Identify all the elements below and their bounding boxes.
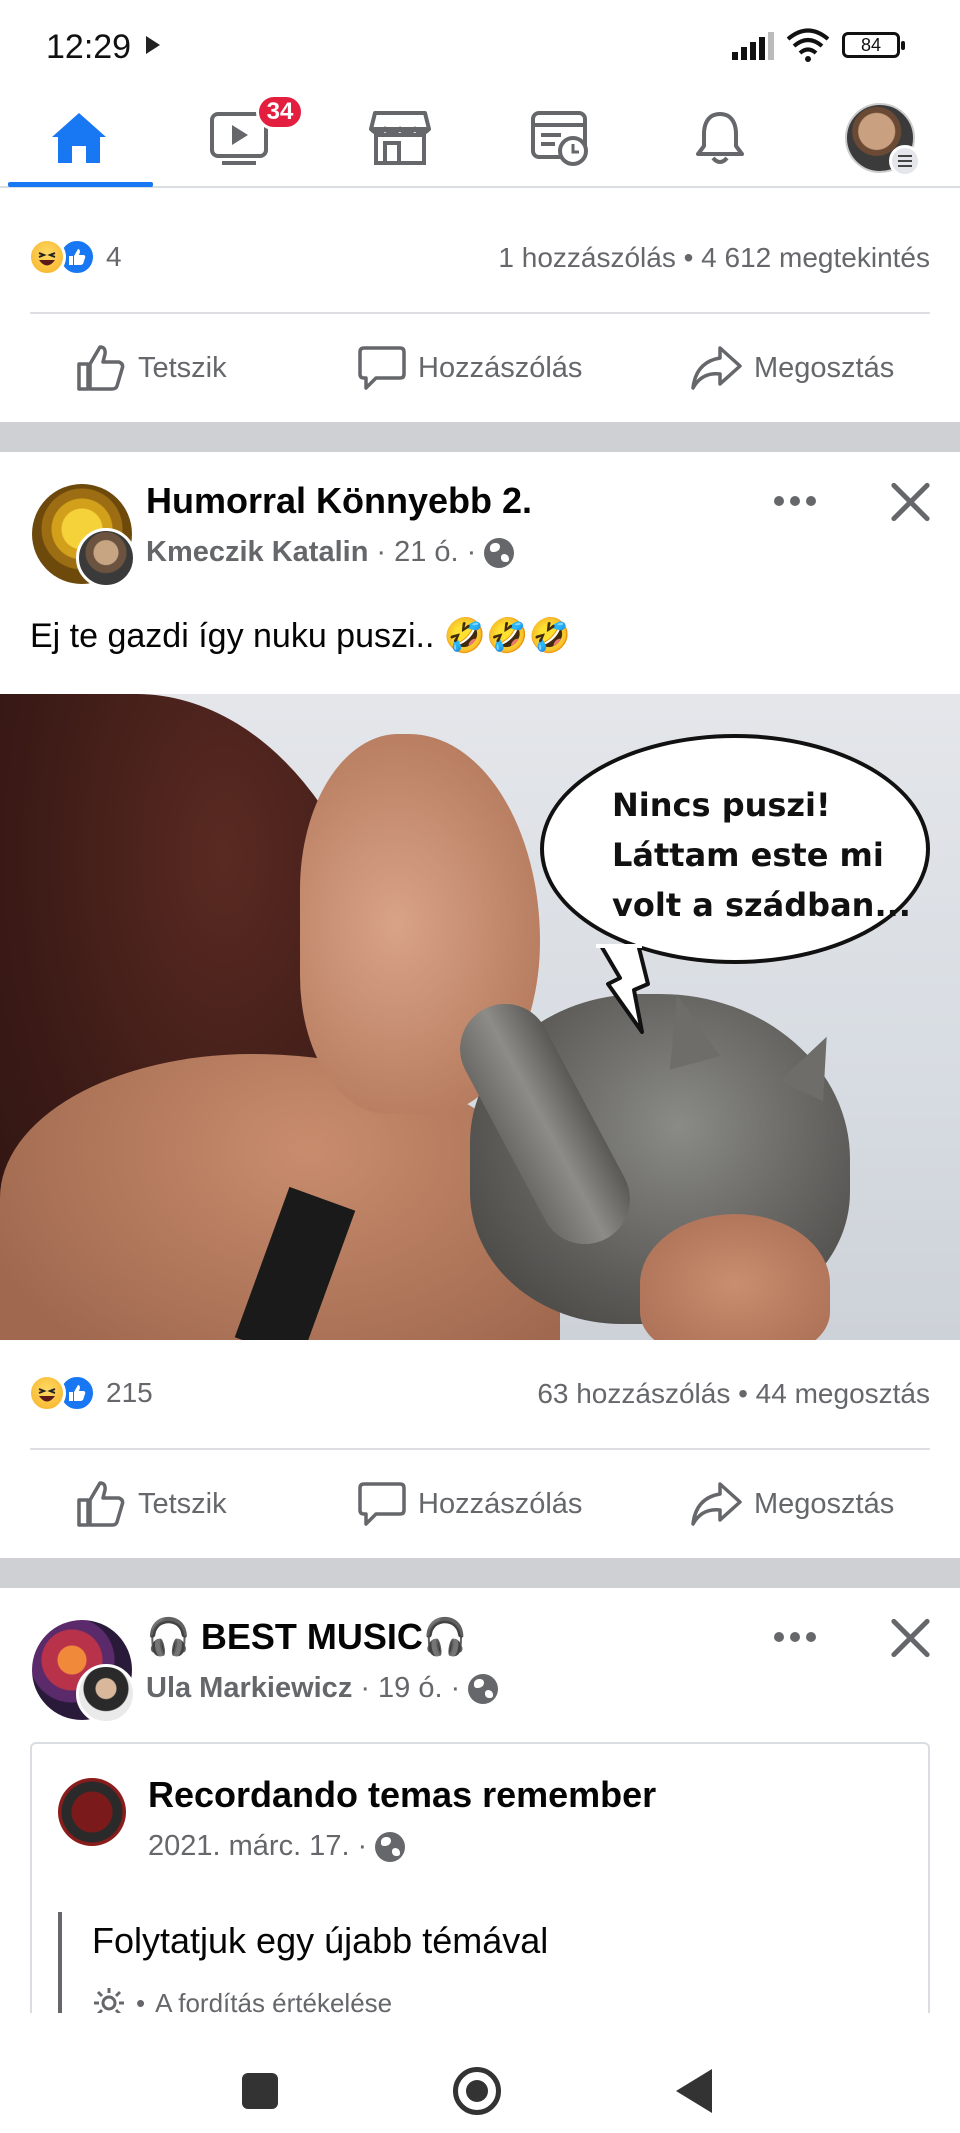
quote-bar bbox=[58, 1912, 62, 2022]
shared-page-avatar[interactable] bbox=[58, 1778, 126, 1846]
share-arrow-icon bbox=[691, 346, 742, 390]
post1-stats[interactable]: 63 hozzászólás • 44 megosztás bbox=[537, 1378, 930, 1410]
speech-bubble-tail bbox=[596, 944, 650, 1034]
comment-button[interactable]: Hozzászólás bbox=[358, 1480, 582, 1528]
speech-bubble-text: Nincs puszi! Láttam este mi volt a szádb… bbox=[612, 786, 911, 924]
divider bbox=[30, 1448, 930, 1450]
like-button[interactable]: Tetszik bbox=[76, 344, 227, 392]
haha-reaction-icon bbox=[28, 238, 66, 276]
watch-badge: 34 bbox=[256, 94, 304, 130]
group-avatar[interactable] bbox=[32, 1620, 136, 1724]
shared-post-text: Folytatjuk egy újabb témával bbox=[92, 1920, 549, 1961]
profile-avatar bbox=[845, 103, 921, 177]
status-time: 12:29 bbox=[46, 28, 132, 66]
group-name[interactable]: Humorral Könnyebb 2. bbox=[146, 480, 532, 522]
author-avatar bbox=[76, 1664, 136, 1724]
share-label: Megosztás bbox=[754, 1487, 895, 1520]
post-text: Ej te gazdi így nuku puszi.. 🤣🤣🤣 bbox=[30, 617, 571, 655]
top-nav: 34 bbox=[0, 90, 960, 188]
tab-home[interactable] bbox=[4, 90, 154, 186]
like-label: Tetszik bbox=[138, 351, 227, 384]
share-button[interactable]: Megosztás bbox=[690, 344, 894, 392]
hide-post-button[interactable] bbox=[888, 480, 932, 524]
more-options-button[interactable] bbox=[774, 1632, 816, 1642]
status-bar: 12:29 84 bbox=[0, 0, 960, 90]
reaction-count: 215 bbox=[106, 1377, 153, 1408]
share-button[interactable]: Megosztás bbox=[690, 1480, 894, 1528]
comment-label: Hozzászólás bbox=[418, 1487, 583, 1520]
comment-button[interactable]: Hozzászólás bbox=[358, 344, 582, 392]
author-name[interactable]: Ula Markiewicz bbox=[146, 1672, 352, 1705]
author-avatar bbox=[76, 528, 136, 588]
battery-icon: 84 bbox=[842, 32, 905, 58]
bell-icon bbox=[696, 112, 744, 164]
news-clock-icon bbox=[531, 111, 588, 166]
prev-post-reactions[interactable]: 4 bbox=[28, 238, 122, 276]
share-arrow-icon bbox=[691, 1482, 742, 1526]
comment-bubble-icon bbox=[358, 1482, 406, 1526]
active-tab-indicator bbox=[8, 182, 153, 187]
thumbs-up-icon bbox=[77, 1481, 125, 1527]
post-image[interactable]: Nincs puszi! Láttam este mi volt a szádb… bbox=[0, 694, 960, 1340]
group-name[interactable]: 🎧 BEST MUSIC🎧 bbox=[146, 1616, 468, 1658]
post-separator bbox=[0, 1558, 960, 1588]
shared-post-meta: 2021. márc. 17. · bbox=[148, 1830, 406, 1863]
media-play-icon bbox=[146, 36, 160, 54]
globe-icon bbox=[484, 537, 515, 568]
globe-icon bbox=[375, 1831, 406, 1862]
comment-bubble-icon bbox=[358, 346, 406, 390]
back-button[interactable] bbox=[676, 2069, 712, 2113]
reaction-count: 4 bbox=[106, 241, 122, 272]
prev-post-stats[interactable]: 1 hozzászólás • 4 612 megtekintés bbox=[498, 242, 930, 274]
shared-post-date[interactable]: 2021. márc. 17. bbox=[148, 1830, 350, 1863]
menu-icon bbox=[889, 145, 921, 177]
tab-marketplace[interactable] bbox=[325, 90, 475, 186]
share-label: Megosztás bbox=[754, 351, 895, 384]
hide-post-button[interactable] bbox=[888, 1616, 932, 1660]
like-label: Tetszik bbox=[138, 1487, 227, 1520]
post1-reactions[interactable]: 215 bbox=[28, 1374, 153, 1412]
more-options-button[interactable] bbox=[774, 496, 816, 506]
globe-icon bbox=[468, 1673, 499, 1704]
like-button[interactable]: Tetszik bbox=[76, 1480, 227, 1528]
group-avatar[interactable] bbox=[32, 484, 136, 588]
tab-news[interactable] bbox=[485, 90, 635, 186]
tab-notifications[interactable] bbox=[645, 90, 795, 186]
store-icon bbox=[369, 111, 431, 165]
signal-icon bbox=[732, 32, 774, 60]
home-icon bbox=[52, 113, 106, 163]
recents-button[interactable] bbox=[242, 2073, 278, 2109]
post-separator bbox=[0, 422, 960, 452]
tab-profile-menu[interactable] bbox=[805, 90, 955, 186]
comment-label: Hozzászólás bbox=[418, 351, 583, 384]
system-nav-bar bbox=[0, 2013, 960, 2133]
thumbs-up-icon bbox=[77, 345, 125, 391]
wifi-icon bbox=[786, 28, 830, 62]
shared-page-name[interactable]: Recordando temas remember bbox=[148, 1774, 656, 1816]
post-meta: Kmeczik Katalin · 21 ó. · bbox=[146, 536, 515, 569]
post-meta: Ula Markiewicz · 19 ó. · bbox=[146, 1672, 499, 1705]
post-time[interactable]: 19 ó. bbox=[378, 1672, 443, 1705]
author-name[interactable]: Kmeczik Katalin bbox=[146, 536, 368, 569]
post-time[interactable]: 21 ó. bbox=[394, 536, 459, 569]
home-button[interactable] bbox=[453, 2067, 501, 2115]
haha-reaction-icon bbox=[28, 1374, 66, 1412]
shared-post-card[interactable]: Recordando temas remember 2021. márc. 17… bbox=[30, 1742, 930, 2022]
tab-watch[interactable]: 34 bbox=[164, 90, 314, 186]
divider bbox=[30, 312, 930, 314]
